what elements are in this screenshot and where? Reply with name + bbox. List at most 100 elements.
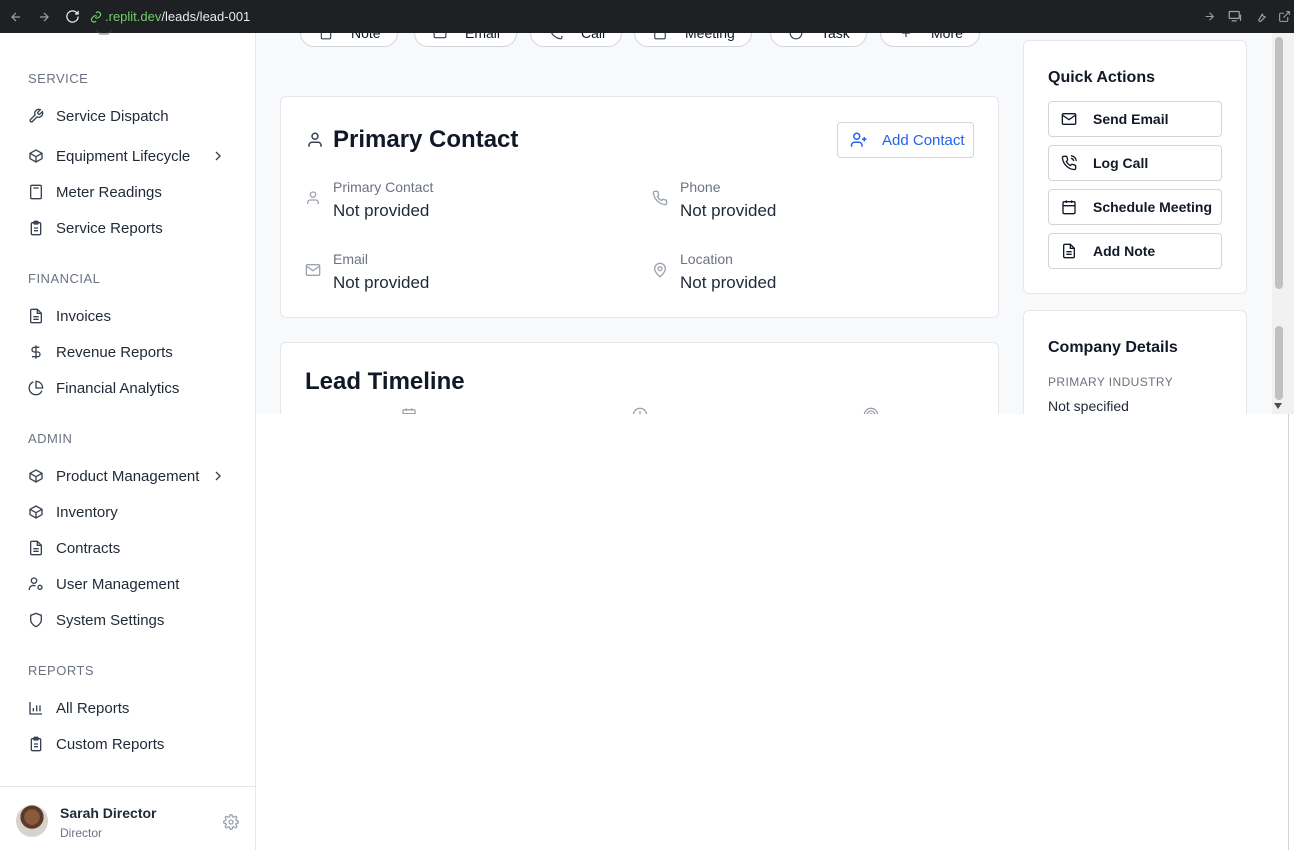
user-icon xyxy=(306,131,324,149)
user-cog-icon xyxy=(28,576,44,592)
section-title-service: SERVICE xyxy=(28,71,89,86)
sidebar-item-equipment-lifecycle[interactable]: Equipment Lifecycle xyxy=(28,142,228,170)
schedule-meeting-label: Schedule Meeting xyxy=(1093,199,1213,215)
forward-icon[interactable] xyxy=(30,0,58,33)
log-call-button[interactable]: Log Call xyxy=(1048,145,1222,181)
schedule-meeting-button[interactable]: Schedule Meeting xyxy=(1048,189,1222,225)
sidebar-item-custom-reports[interactable]: Custom Reports xyxy=(28,730,228,758)
field-value: Not provided xyxy=(680,201,777,220)
map-pin-icon xyxy=(652,262,668,278)
field-value: Not provided xyxy=(680,273,777,292)
sidebar-item-service-reports[interactable]: Service Reports xyxy=(28,214,228,242)
back-icon[interactable] xyxy=(2,0,30,33)
mail-icon xyxy=(1061,111,1077,127)
field-value: Not provided xyxy=(333,273,430,292)
section-title-financial: FINANCIAL xyxy=(28,271,101,286)
clipboard-icon xyxy=(28,220,44,236)
sidebar-item-label: Contracts xyxy=(56,539,121,557)
box-icon xyxy=(28,148,44,164)
user-plus-icon xyxy=(850,131,868,149)
bar-chart-icon xyxy=(28,700,44,716)
meeting-pill-button[interactable]: Meeting xyxy=(634,33,752,47)
sidebar-item-system-settings[interactable]: System Settings xyxy=(28,606,228,634)
send-email-button[interactable]: Send Email xyxy=(1048,101,1222,137)
quick-actions-title: Quick Actions xyxy=(1048,69,1155,86)
dollar-icon xyxy=(28,344,44,360)
add-note-button[interactable]: Add Note xyxy=(1048,233,1222,269)
field-label: Primary Contact xyxy=(333,179,434,195)
box-icon xyxy=(28,468,44,484)
sidebar-item-user-management[interactable]: User Management xyxy=(28,570,228,598)
clipboard-icon xyxy=(28,736,44,752)
add-note-label: Add Note xyxy=(1093,243,1156,259)
sidebar-item-product-management[interactable]: Product Management xyxy=(28,462,228,490)
more-pill-button[interactable]: More xyxy=(880,33,980,47)
calendar-icon xyxy=(1061,199,1077,215)
add-contact-label: Add Contact xyxy=(882,131,965,149)
wrench-tool-icon[interactable] xyxy=(1248,0,1274,33)
sidebar-item-label: All Reports xyxy=(56,699,130,717)
reload-icon[interactable] xyxy=(58,0,86,33)
clock-icon xyxy=(632,407,648,414)
main-content: Note Email Call Meeting Task More Primar… xyxy=(256,33,1272,414)
email-pill-button[interactable]: Email xyxy=(414,33,518,47)
box-icon xyxy=(28,504,44,520)
sidebar-item-all-reports[interactable]: All Reports xyxy=(28,694,228,722)
wrench-icon xyxy=(28,108,44,124)
profile-role: Director xyxy=(60,826,103,840)
sidebar-item-label: Inventory xyxy=(56,503,118,521)
sidebar-item-label: User Management xyxy=(56,575,180,593)
scrollbar-thumb-lower[interactable] xyxy=(1275,326,1283,400)
sidebar-item-label: Meter Readings xyxy=(56,183,162,201)
call-pill-button[interactable]: Call xyxy=(530,33,623,47)
sidebar-item-invoices[interactable]: Invoices xyxy=(28,302,228,330)
task-pill-button[interactable]: Task xyxy=(770,33,867,47)
sidebar-item-meter-readings[interactable]: Meter Readings xyxy=(28,178,228,206)
sidebar-item-revenue-reports[interactable]: Revenue Reports xyxy=(28,338,228,366)
profile-name: Sarah Director xyxy=(60,805,157,821)
pill-label: More xyxy=(931,33,963,41)
file-text-icon xyxy=(1061,243,1077,259)
devices-icon[interactable] xyxy=(1222,0,1248,33)
pill-label: Task xyxy=(821,33,850,41)
arrow-right-icon[interactable] xyxy=(1196,0,1222,33)
file-icon xyxy=(28,308,44,324)
calculator-icon xyxy=(28,184,44,200)
sidebar-item-label: Service Reports xyxy=(56,219,163,237)
company-details-card: Company Details PRIMARY INDUSTRY Not spe… xyxy=(1023,310,1247,414)
scroll-down-arrow-icon[interactable] xyxy=(1273,402,1283,410)
field-value: Not provided xyxy=(333,201,430,220)
link-icon xyxy=(90,10,102,23)
primary-industry-value: Not specified xyxy=(1048,398,1129,414)
lead-timeline-title: Lead Timeline xyxy=(305,368,465,395)
user-profile[interactable]: Sarah Director Director xyxy=(0,786,255,850)
primary-industry-label: PRIMARY INDUSTRY xyxy=(1048,375,1174,389)
sidebar-item-contracts[interactable]: Contracts xyxy=(28,534,228,562)
target-icon xyxy=(863,407,879,414)
add-contact-button[interactable]: Add Contact xyxy=(837,122,974,158)
log-call-label: Log Call xyxy=(1093,155,1149,171)
plus-icon xyxy=(899,33,913,40)
pill-label: Call xyxy=(581,33,606,41)
send-email-label: Send Email xyxy=(1093,111,1169,127)
sidebar-item-financial-analytics[interactable]: Financial Analytics xyxy=(28,374,228,402)
gear-icon[interactable] xyxy=(223,814,239,830)
note-pill-button[interactable]: Note xyxy=(300,33,398,47)
company-details-title: Company Details xyxy=(1048,339,1178,356)
scrollbar-thumb-upper[interactable] xyxy=(1275,37,1283,289)
mail-icon xyxy=(305,262,321,278)
sidebar-item-inventory[interactable]: Inventory xyxy=(28,498,228,526)
sidebar-item-service-dispatch[interactable]: Service Dispatch xyxy=(28,102,228,130)
mail-icon xyxy=(433,33,447,40)
clock-icon xyxy=(789,33,803,40)
sidebar-item-label: Invoices xyxy=(56,307,112,325)
field-label: Phone xyxy=(680,179,721,195)
phone-icon xyxy=(549,33,563,40)
pill-label: Email xyxy=(465,33,501,41)
address-bar[interactable]: .replit.dev/leads/lead-001 xyxy=(90,9,250,24)
external-link-icon[interactable] xyxy=(1274,0,1294,33)
sidebar-item-label: Equipment Lifecycle xyxy=(56,147,191,165)
avatar xyxy=(16,805,48,837)
phone-call-icon xyxy=(1061,155,1077,171)
pill-label: Note xyxy=(351,33,381,41)
